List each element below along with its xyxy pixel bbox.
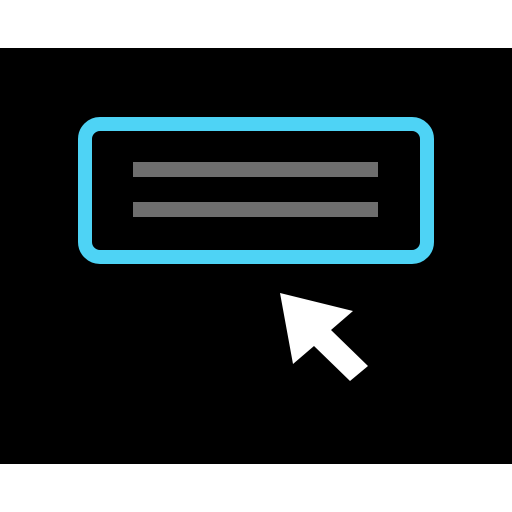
icon-background [0,48,512,464]
text-line-placeholder [133,162,378,177]
text-line-placeholder [133,202,378,217]
text-field-icon [78,117,434,264]
icon-frame [0,0,512,512]
mouse-pointer-icon [275,288,375,388]
